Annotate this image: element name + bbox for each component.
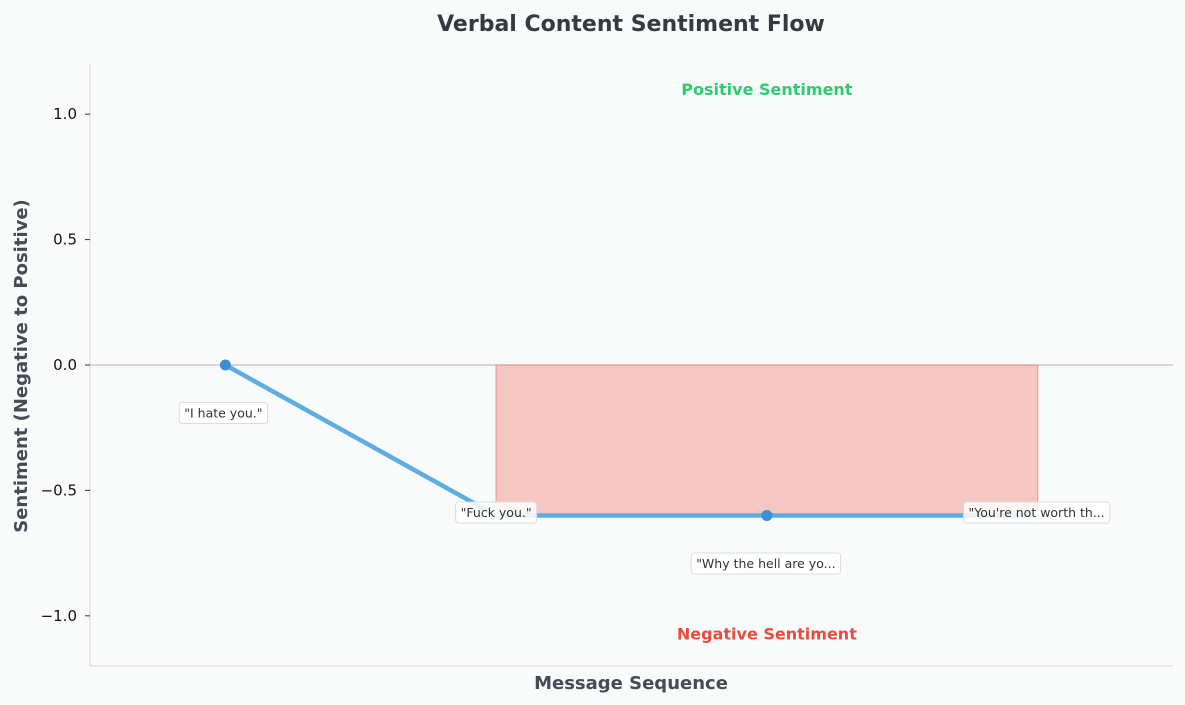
y-tick-label: 0.5 [53, 231, 77, 249]
data-point-label: "Fuck you." [455, 501, 538, 524]
data-point-marker [219, 359, 231, 371]
chart-svg: 1.0 0.5 0.0 −0.5 −1.0 Positive Sentiment Negat… [11, 12, 1173, 694]
data-point-label: "Why the hell are yo... [690, 552, 842, 575]
x-axis-label: Message Sequence [534, 673, 728, 694]
negative-sentiment-region [495, 364, 1039, 517]
chart-title: Verbal Content Sentiment Flow [437, 12, 825, 37]
data-point-label: "You're not worth th... [962, 501, 1111, 524]
y-tick-label: 0.0 [53, 356, 77, 374]
data-point-marker [761, 510, 773, 521]
data-point-label-text: "Fuck you." [461, 505, 532, 520]
positive-sentiment-annotation: Positive Sentiment [681, 80, 853, 99]
data-point-label-text: "You're not worth th... [968, 505, 1104, 520]
negative-sentiment-annotation: Negative Sentiment [677, 624, 857, 643]
y-tick-label: −0.5 [41, 481, 77, 499]
plot-layer: 1.0 0.5 0.0 −0.5 −1.0 Positive Sentiment Negat… [41, 64, 1173, 667]
data-point-label-text: "Why the hell are yo... [696, 556, 835, 571]
data-point-label: "I hate you." [178, 402, 268, 424]
data-point-label-text: "I hate you." [184, 406, 262, 421]
y-tick-label: 1.0 [53, 105, 77, 123]
sentiment-chart: 1.0 0.5 0.0 −0.5 −1.0 Positive Sentiment Negat… [0, 0, 1185, 705]
y-tick-label: −1.0 [41, 607, 77, 625]
y-axis-label: Sentiment (Negative to Positive) [11, 199, 32, 533]
